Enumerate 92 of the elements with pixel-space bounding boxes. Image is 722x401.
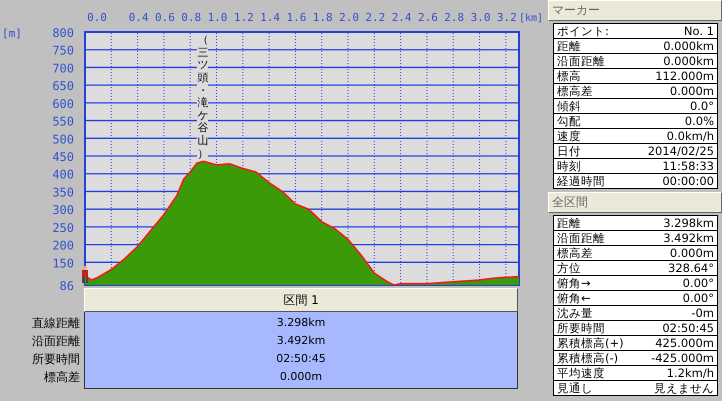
y-tick-label: 350	[52, 185, 74, 200]
field-value: 112.000m	[654, 69, 715, 83]
panel-title: マーカー	[548, 0, 722, 21]
field-label: 沿面距離	[556, 231, 606, 245]
y-tick-label: 150	[52, 256, 74, 270]
y-tick-label: 250	[52, 220, 74, 235]
field-value: 02:50:45	[661, 321, 715, 335]
x-tick-label: 0.8	[181, 11, 202, 24]
row-value: 3.298km	[276, 315, 326, 331]
field-label: 経過時間	[556, 174, 606, 188]
x-tick-label: 1.6	[286, 11, 306, 24]
y-tick-label: 86	[60, 279, 74, 293]
x-tick-label: 3.0	[470, 11, 490, 24]
row-value: 0.000m	[278, 369, 324, 385]
y-tick-label: 450	[52, 150, 74, 164]
x-tick-label: 0.6	[154, 11, 175, 24]
y-tick-label: 700	[52, 61, 74, 76]
x-tick-label: 2.6	[418, 11, 438, 24]
field-label: 累積標高(-)	[556, 351, 620, 365]
field-value: 00:00:00	[661, 174, 715, 188]
row-value: 02:50:45	[275, 351, 327, 367]
y-tick-label: 400	[52, 168, 74, 182]
y-tick-label: 550	[52, 114, 74, 129]
y-tick-label: 200	[52, 238, 74, 253]
field-label: 標高	[556, 69, 582, 83]
field-label: 所要時間	[556, 321, 606, 335]
x-axis-unit: [km]	[519, 13, 544, 24]
x-tick-label: 0.0	[87, 11, 107, 24]
field-value: 0.00°	[682, 291, 715, 305]
field-value: 0.0%	[684, 114, 715, 128]
field-value: 0.00°	[682, 276, 715, 290]
field-label: 勾配	[556, 114, 582, 128]
field-label: 距離	[556, 216, 582, 230]
x-tick-label: 1.4	[260, 11, 280, 24]
x-tick-label: 1.0	[208, 11, 228, 24]
x-tick-label: 1.2	[234, 11, 254, 24]
field-value: 0.000m	[668, 246, 715, 260]
field-value: 2014/02/25	[646, 144, 715, 158]
y-tick-label: 650	[52, 79, 74, 94]
row-label: 標高差	[44, 369, 80, 386]
y-tick-label: 300	[52, 203, 74, 218]
field-value: 425.000m	[654, 336, 715, 350]
field-value: 1.2km/h	[666, 366, 715, 380]
field-label: 日付	[556, 144, 582, 158]
row-label: 直線距離	[32, 315, 80, 332]
x-tick-label: 2.4	[392, 11, 412, 24]
section-header[interactable]: 区間 1	[84, 288, 518, 312]
x-tick-label: 2.2	[365, 11, 386, 24]
row-label: 所要時間	[32, 351, 80, 368]
y-tick-label: 750	[52, 44, 74, 58]
panel-title: 全区間	[548, 192, 722, 213]
field-value: 11:58:33	[661, 159, 715, 173]
row-label: 沿面距離	[32, 333, 80, 350]
field-label: 傾斜	[556, 99, 582, 113]
x-tick-label: 3.2	[496, 11, 517, 24]
field-value: 0.000m	[668, 84, 715, 98]
field-label: 平均速度	[556, 366, 606, 380]
field-label: 標高差	[556, 246, 594, 260]
y-tick-label: 500	[52, 132, 74, 146]
row-value: 3.492km	[276, 333, 326, 349]
field-label: ポイント:	[556, 24, 610, 38]
field-value: 3.298km	[662, 216, 715, 230]
field-value: 0.0km/h	[666, 129, 715, 143]
field-value: 3.492km	[662, 231, 715, 245]
x-tick-label: 2.8	[444, 11, 464, 24]
field-value: 0.0°	[688, 99, 715, 113]
field-label: 見通し	[556, 381, 594, 395]
field-value: -425.000m	[650, 351, 715, 365]
field-label: 沿面距離	[556, 54, 606, 68]
field-value: 0.000km	[662, 54, 715, 68]
field-value: No. 1	[682, 24, 715, 38]
field-label: 距離	[556, 39, 582, 53]
field-label: 累積標高(+)	[556, 336, 625, 350]
field-label: 方位	[556, 261, 582, 275]
field-value: 見えません	[653, 381, 715, 395]
y-axis-unit: [m]	[2, 27, 22, 40]
x-tick-label: 2.0	[339, 11, 359, 24]
field-value: 0.000km	[662, 39, 715, 53]
field-label: 俯角→	[556, 276, 592, 290]
field-label: 速度	[556, 129, 582, 143]
field-label: 沈み量	[556, 306, 594, 320]
x-tick-label: 0.4	[128, 11, 149, 24]
field-label: 時刻	[556, 159, 582, 173]
y-tick-label: 600	[52, 96, 74, 111]
hiker-icon	[82, 266, 88, 283]
peak-label: （三ツ頭・滝ケ谷山）	[197, 34, 208, 160]
y-tick-label: 800	[52, 26, 74, 40]
field-value: -0m	[690, 306, 715, 320]
field-value: 328.64°	[667, 261, 715, 275]
field-label: 俯角←	[556, 291, 592, 305]
x-tick-label: 1.8	[312, 11, 333, 24]
field-label: 標高差	[556, 84, 594, 98]
